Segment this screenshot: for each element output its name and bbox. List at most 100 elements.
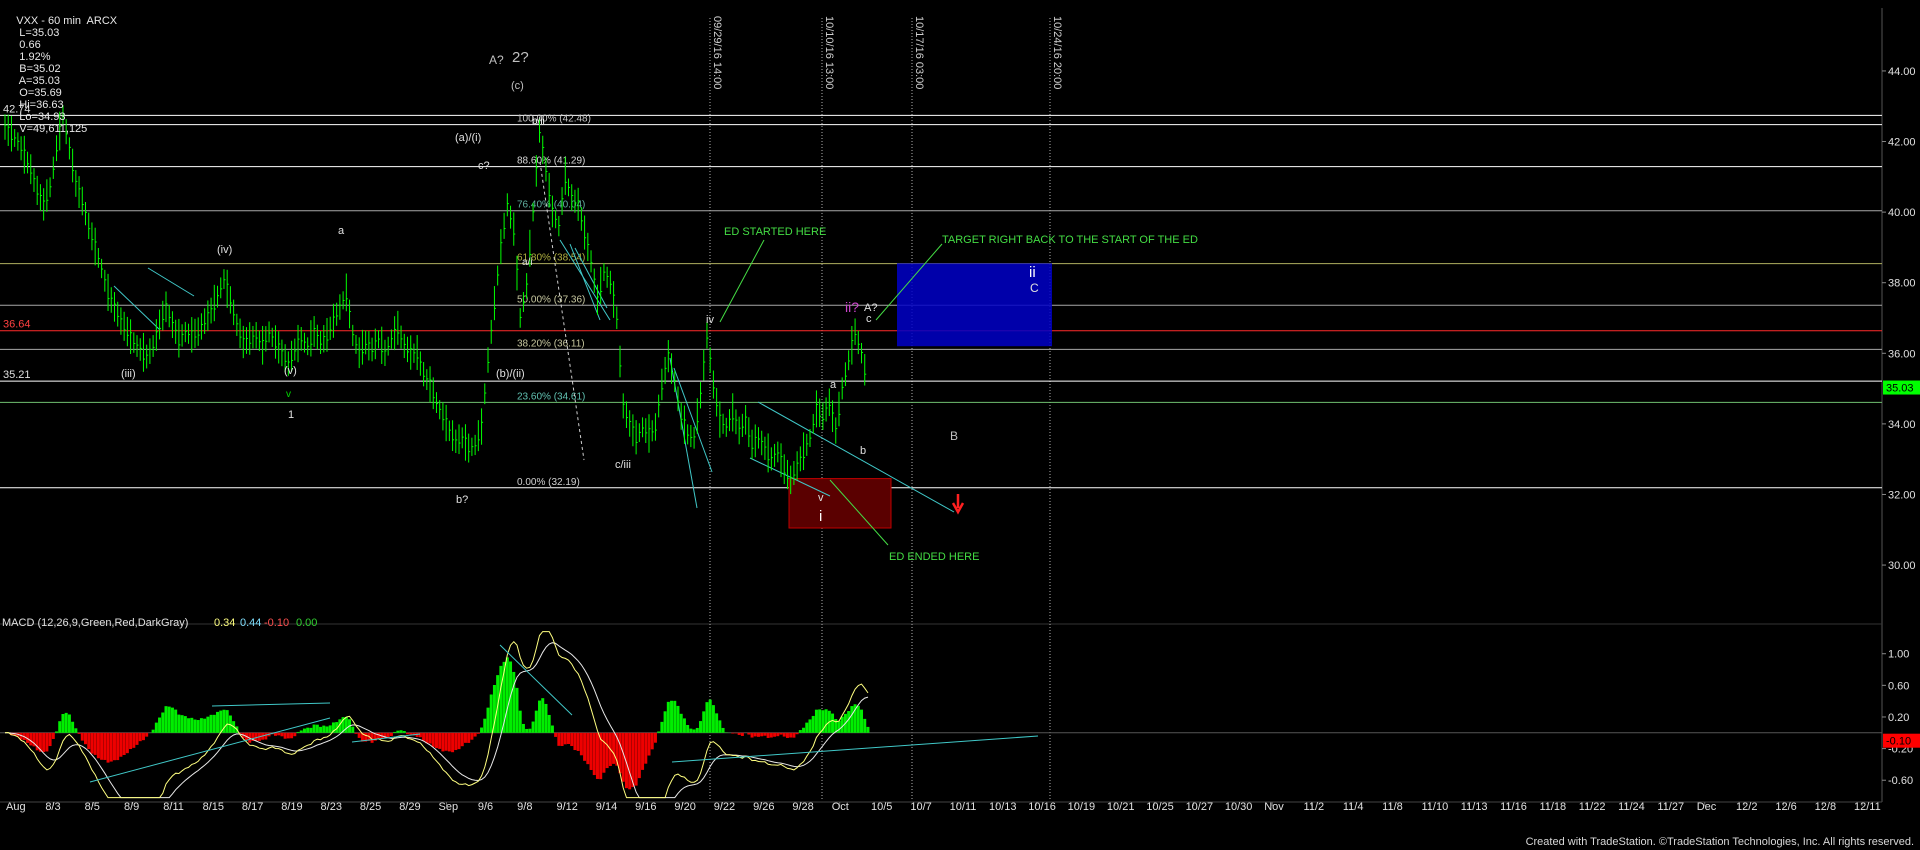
x-tick-label: 10/27 [1186, 801, 1214, 813]
wave-label: b? [456, 494, 468, 506]
x-tick-label: 9/12 [556, 801, 577, 813]
x-tick-label: 12/11 [1854, 801, 1881, 813]
x-tick-label: 9/6 [478, 801, 493, 813]
x-tick-label: 9/8 [517, 801, 532, 813]
wave-label: b/ii [532, 116, 545, 127]
macd-y-tick-label: -0.60 [1888, 775, 1913, 787]
wave-label: b [860, 445, 866, 457]
annotation-ed-ended: ED ENDED HERE [889, 551, 979, 563]
x-tick-label: 8/9 [124, 801, 139, 813]
fib-label: 0.00% (32.19) [517, 477, 580, 488]
wave-label: (v) [284, 365, 297, 377]
y-tick-label: 30.00 [1888, 560, 1916, 572]
wave-label: (b)/(ii) [496, 368, 525, 380]
x-tick-label: Nov [1264, 801, 1284, 813]
wave-label: ii [1029, 264, 1036, 281]
last-price: L=35.03 [19, 27, 60, 39]
vertical-marker-label: 10/17/16 03:00 [913, 16, 925, 89]
x-tick-label: 10/11 [950, 801, 977, 813]
x-tick-label: 10/19 [1068, 801, 1096, 813]
y-tick-label: 44.00 [1888, 66, 1916, 78]
y-tick-label: 40.00 [1888, 207, 1916, 219]
wave-label: (iv) [217, 244, 232, 256]
price-level-label: 35.21 [3, 369, 31, 381]
wave-label: (a)/(i) [455, 132, 481, 144]
symbol-label: VXX - 60 min ARCX [16, 15, 118, 27]
x-tick-label: 11/18 [1539, 801, 1566, 813]
macd-readout: 0.34 [214, 617, 235, 629]
wave-label: v [286, 389, 291, 400]
macd-readout: 0.00 [296, 617, 317, 629]
x-tick-label: 11/8 [1382, 801, 1403, 813]
wave-label: c? [478, 160, 490, 172]
macd-y-tick-label: 0.20 [1888, 712, 1909, 724]
x-tick-label: 9/14 [596, 801, 617, 813]
x-tick-label: 10/21 [1107, 801, 1135, 813]
x-tick-label: 9/20 [674, 801, 695, 813]
x-tick-label: 11/22 [1579, 801, 1606, 813]
bid: B=35.02 [19, 63, 61, 75]
wave-label: i [819, 508, 822, 525]
vertical-marker-label: 10/10/16 13:00 [823, 16, 835, 89]
wave-label: a/i [522, 257, 533, 268]
y-tick-label: 34.00 [1888, 419, 1916, 431]
macd-last-tag: -0.10 [1886, 736, 1911, 748]
wave-label: c [866, 313, 872, 325]
x-tick-label: 8/29 [399, 801, 420, 813]
low: Lo=34.93 [19, 111, 66, 123]
x-tick-label: 10/13 [989, 801, 1017, 813]
macd-y-tick-label: 0.60 [1888, 680, 1909, 692]
x-tick-label: 11/27 [1657, 801, 1684, 813]
vertical-marker-label: 10/24/16 20:00 [1051, 16, 1063, 89]
x-tick-label: Sep [439, 801, 459, 813]
wave-label: (c) [511, 80, 524, 92]
x-tick-label: 8/5 [85, 801, 100, 813]
wave-label: 1 [288, 409, 294, 421]
fib-label: 38.20% (36.11) [517, 338, 585, 349]
price-level-label: 36.64 [3, 319, 31, 331]
wave-label: v [818, 492, 824, 504]
macd-title: MACD (12,26,9,Green,Red,DarkGray) [2, 617, 188, 629]
y-tick-label: 38.00 [1888, 278, 1916, 290]
ed-end-box [788, 478, 892, 529]
x-tick-label: 10/16 [1028, 801, 1056, 813]
tradestation-credit: Created with TradeStation. ©TradeStation… [1525, 836, 1914, 848]
wave-label: c/iii [615, 459, 631, 471]
high: Hi=36.63 [19, 99, 64, 111]
open: O=35.69 [19, 87, 62, 99]
x-tick-label: 11/4 [1343, 801, 1364, 813]
y-tick-label: 36.00 [1888, 348, 1916, 360]
wave-label: (iii) [121, 368, 136, 380]
wave-label: iv [706, 314, 714, 326]
x-tick-label: 8/23 [321, 801, 342, 813]
x-tick-label: 10/7 [910, 801, 931, 813]
background [0, 0, 1920, 850]
x-tick-label: 8/3 [45, 801, 60, 813]
x-tick-label: 12/6 [1775, 801, 1796, 813]
wave-label: A? [489, 53, 504, 67]
change-pct: 1.92% [19, 51, 51, 63]
wave-label: a [338, 225, 345, 237]
x-tick-label: 10/30 [1225, 801, 1253, 813]
chart-header: VXX - 60 min ARCX L=35.03 0.66 1.92% B=3… [4, 3, 117, 147]
macd-y-tick-label: 1.00 [1888, 649, 1909, 661]
x-tick-label: 11/2 [1304, 801, 1325, 813]
volume: V=49,611,125 [19, 123, 88, 135]
wave-label: C [1030, 281, 1039, 295]
macd-readout: 0.44 [240, 617, 261, 629]
x-tick-label: 9/26 [753, 801, 774, 813]
annotation-ed-started: ED STARTED HERE [724, 226, 826, 238]
wave-label: B [950, 429, 958, 443]
fib-label: 50.00% (37.36) [517, 294, 585, 305]
macd-readout: -0.10 [264, 617, 289, 629]
wave-label: A? [864, 302, 877, 314]
x-tick-label: 9/16 [635, 801, 656, 813]
x-tick-label: 8/25 [360, 801, 381, 813]
x-tick-label: 9/28 [792, 801, 813, 813]
x-tick-label: Oct [832, 801, 849, 813]
wave-label: 2? [512, 49, 529, 66]
fib-label: 100.00% (42.48) [517, 114, 591, 125]
x-tick-label: 11/24 [1618, 801, 1645, 813]
last-price-tag: 35.03 [1886, 383, 1914, 395]
x-tick-label: 11/13 [1461, 801, 1488, 813]
